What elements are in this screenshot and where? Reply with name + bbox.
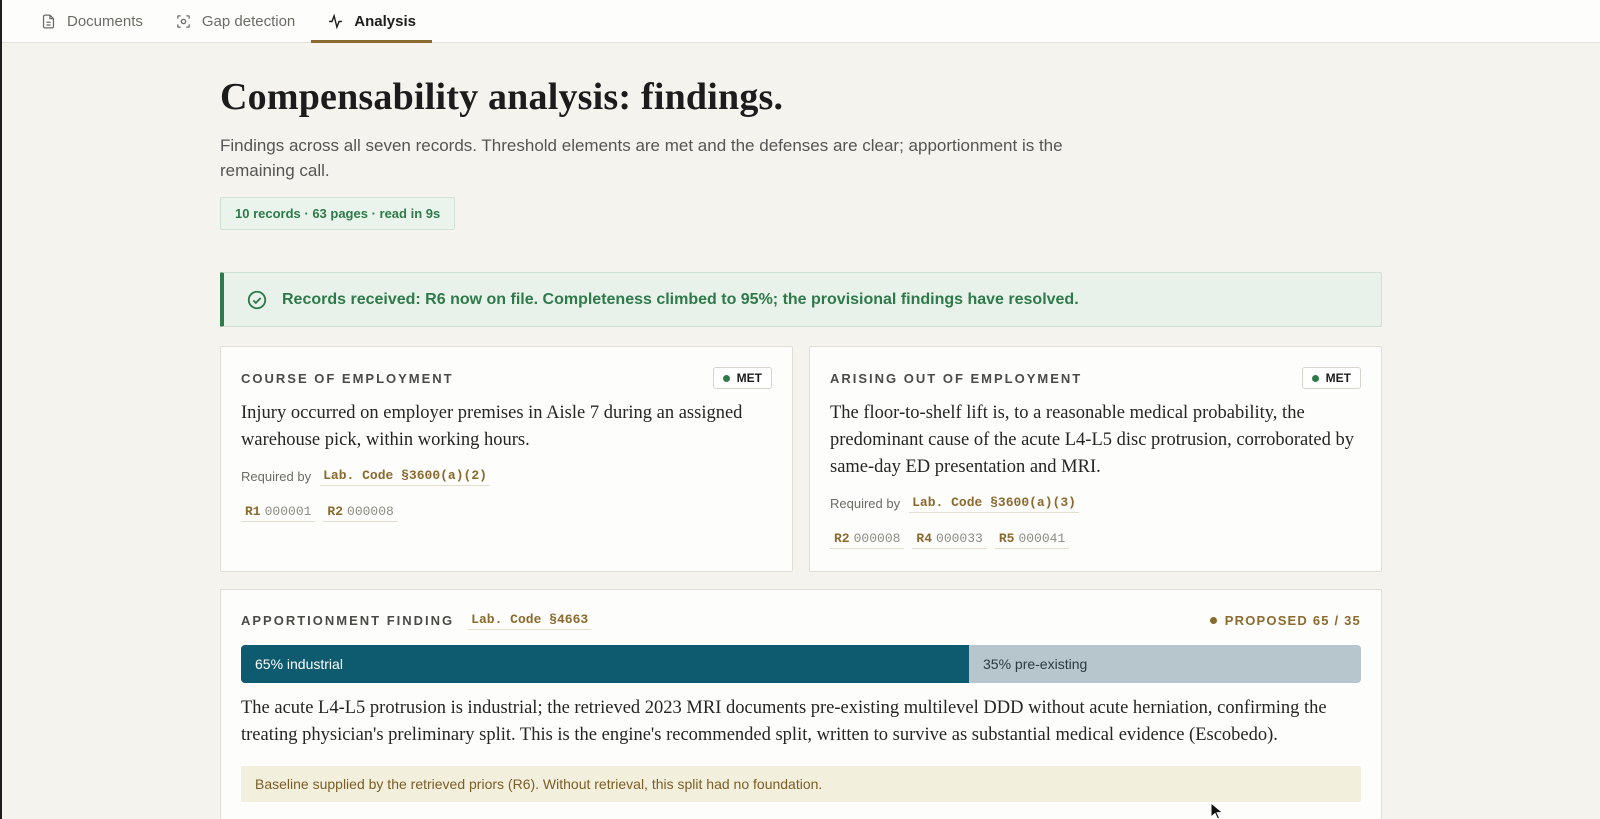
threshold-cards: COURSE OF EMPLOYMENT MET Injury occurred…	[220, 346, 1382, 572]
check-circle-icon	[247, 290, 267, 309]
status-dot	[722, 374, 730, 382]
scan-icon	[177, 14, 190, 28]
statute-link[interactable]: Lab. Code §3600(a)(3)	[909, 493, 1079, 513]
record-ref[interactable]: R4 000033	[912, 529, 987, 549]
status-badge: MET	[1301, 367, 1361, 389]
card-title: COURSE OF EMPLOYMENT	[241, 370, 454, 386]
required-by-label: Required by	[241, 468, 312, 484]
mouse-cursor-icon	[1210, 802, 1224, 819]
baseline-note: Baseline supplied by the retrieved prior…	[241, 766, 1361, 802]
tab-gap-detection[interactable]: Gap detection	[159, 0, 311, 42]
card-title: ARISING OUT OF EMPLOYMENT	[830, 370, 1083, 386]
record-ref[interactable]: R2 000008	[323, 502, 398, 522]
records-received-banner: Records received: R6 now on file. Comple…	[220, 272, 1382, 327]
tab-label: Gap detection	[201, 12, 296, 30]
record-ref[interactable]: R2 000008	[830, 529, 905, 549]
page-title: Compensability analysis: findings.	[220, 76, 784, 118]
tab-bar: Documents Gap detection Analysis	[0, 0, 1600, 43]
page-subtitle: Findings across all seven records. Thres…	[220, 136, 1063, 180]
record-ref[interactable]: R1 000001	[241, 502, 316, 522]
statute-link[interactable]: Lab. Code §3600(a)(2)	[320, 466, 490, 486]
industrial-segment: 65% industrial	[241, 645, 969, 683]
tab-label: Analysis	[354, 12, 416, 30]
status-dot	[1209, 616, 1217, 624]
record-ref[interactable]: R5000041	[994, 529, 1070, 549]
status-label: PROPOSED 65 / 35	[1224, 612, 1361, 628]
tab-label: Documents	[67, 12, 143, 30]
record-refs: R1 000001 R2 000008	[241, 502, 772, 522]
tab-documents[interactable]: Documents	[40, 0, 159, 42]
finding-text: The acute L4-L5 protrusion is industrial…	[241, 698, 1327, 745]
card-title: APPORTIONMENT FINDING	[241, 612, 455, 628]
status-label: MET	[1325, 371, 1351, 385]
activity-icon	[329, 12, 343, 30]
status-label: MET	[736, 371, 762, 385]
statute-link[interactable]: Lab. Code §4663	[468, 610, 592, 630]
analysis-main: Compensability analysis: findings. Findi…	[220, 43, 1382, 819]
apportionment-card: APPORTIONMENT FINDING Lab. Code §4663 PR…	[220, 589, 1382, 819]
course-of-employment-card: COURSE OF EMPLOYMENT MET Injury occurred…	[220, 346, 793, 572]
required-by-label: Required by	[830, 495, 901, 511]
status-badge: MET	[712, 367, 772, 389]
preexisting-segment: 35% pre-existing	[969, 645, 1361, 683]
stats-badge: 10 records · 63 pages · read in 9s	[220, 197, 456, 230]
finding-text: Injury occurred on employer premises in …	[241, 403, 743, 450]
status-dot	[1311, 374, 1319, 382]
banner-text: Records received: R6 now on file. Comple…	[282, 290, 1079, 308]
tab-analysis[interactable]: Analysis	[311, 0, 432, 43]
window-edge	[0, 0, 2, 819]
document-icon	[42, 13, 55, 29]
proposed-status: PROPOSED 65 / 35	[1209, 612, 1361, 628]
finding-text: The floor-to-shelf lift is, to a reasona…	[830, 403, 1354, 477]
apportionment-bar: 65% industrial 35% pre-existing	[241, 645, 1361, 683]
record-refs: R2 000008 R4 000033 R5 000041	[830, 529, 1361, 549]
arising-out-of-employment-card: ARISING OUT OF EMPLOYMENT MET The floor-…	[809, 346, 1382, 572]
